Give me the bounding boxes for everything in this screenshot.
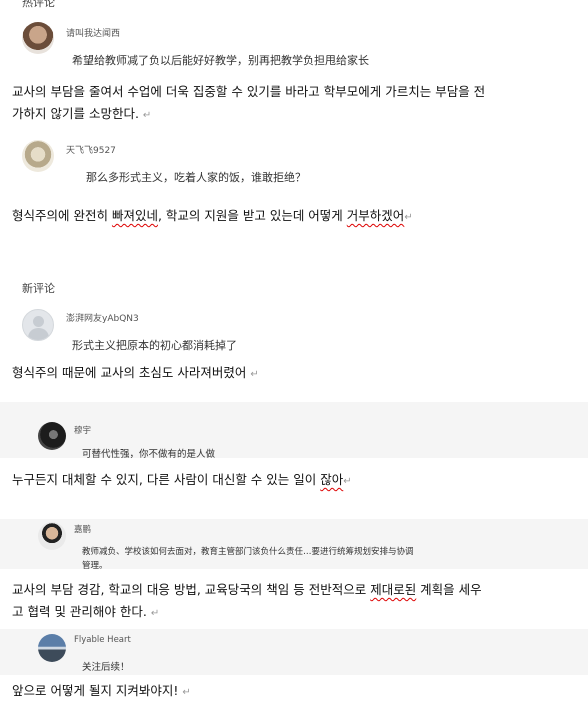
return-mark: ↵ — [150, 608, 160, 619]
comment-text: 可替代性强，你不做有的是人做 — [82, 449, 216, 460]
korean-translation: 앞으로 어떻게 될지 지켜봐야지! ↵ — [0, 678, 588, 704]
username[interactable]: 嘉鹏 — [74, 523, 91, 535]
user-avatar[interactable] — [22, 140, 54, 172]
user-avatar[interactable] — [22, 22, 54, 54]
korean-translation: 형식주의 때문에 교사의 초심도 사라져버렸어 ↵ — [0, 360, 588, 402]
comment-text: 形式主义把原本的初心都消耗掉了 — [72, 339, 237, 352]
comment-text: 关注后续！ — [82, 662, 130, 673]
default-avatar[interactable] — [22, 309, 54, 341]
translation-line: 형식주의에 완전히 빠져있네, 학교의 지원을 받고 있는데 어떻게 거부하겠어 — [12, 208, 405, 223]
comment-text: 希望给教师减了负以后能好好教学，别再把教学负担甩给家长 — [72, 54, 369, 67]
return-mark: ↵ — [343, 476, 352, 487]
korean-translation: 누구든지 대체할 수 있지, 다른 사람이 대신할 수 있는 일이 잖아↵ — [0, 465, 588, 523]
return-mark: ↵ — [250, 369, 259, 380]
translation-line: 형식주의 때문에 교사의 초심도 사라져버렸어 — [12, 365, 247, 380]
username[interactable]: 天飞飞9527 — [66, 143, 116, 156]
user-avatar[interactable] — [38, 422, 66, 450]
korean-translation: 형식주의에 완전히 빠져있네, 학교의 지원을 받고 있는데 어떻게 거부하겠어… — [0, 201, 588, 235]
return-mark: ↵ — [142, 110, 152, 121]
korean-translation: 교사의 부담 경감, 학교의 대응 방법, 교육당국의 책임 등 전반적으로 제… — [0, 575, 588, 633]
hot-comments-title: 热评论 — [22, 0, 55, 9]
comment-text: 教师减负、学校该如何去面对，教育主管部门该负什么责任…要进行统筹规划安排与协调 — [82, 547, 414, 557]
user-avatar[interactable] — [38, 522, 66, 550]
username[interactable]: 穆宇 — [74, 424, 91, 436]
korean-translation: 교사의 부담을 줄여서 수업에 더욱 집중할 수 있기를 바라고 학부모에게 가… — [0, 79, 588, 135]
username[interactable]: 请叫我达闻西 — [66, 26, 120, 39]
username[interactable]: Flyable Heart — [74, 635, 131, 645]
user-avatar[interactable] — [38, 634, 66, 662]
return-mark: ↵ — [404, 212, 413, 223]
new-comments-title: 新评论 — [22, 282, 55, 295]
comment-text-continued: 管理。 — [82, 561, 108, 571]
translation-line: 가하지 않기를 소망한다. — [12, 106, 139, 121]
username[interactable]: 澎湃网友yAbQN3 — [66, 311, 139, 324]
return-mark: ↵ — [182, 687, 191, 698]
translation-line: 교사의 부담을 줄여서 수업에 더욱 집중할 수 있기를 바라고 학부모에게 가… — [12, 84, 486, 99]
comment-text: 那么多形式主义，吃着人家的饭，谁敢拒绝？ — [86, 171, 306, 184]
